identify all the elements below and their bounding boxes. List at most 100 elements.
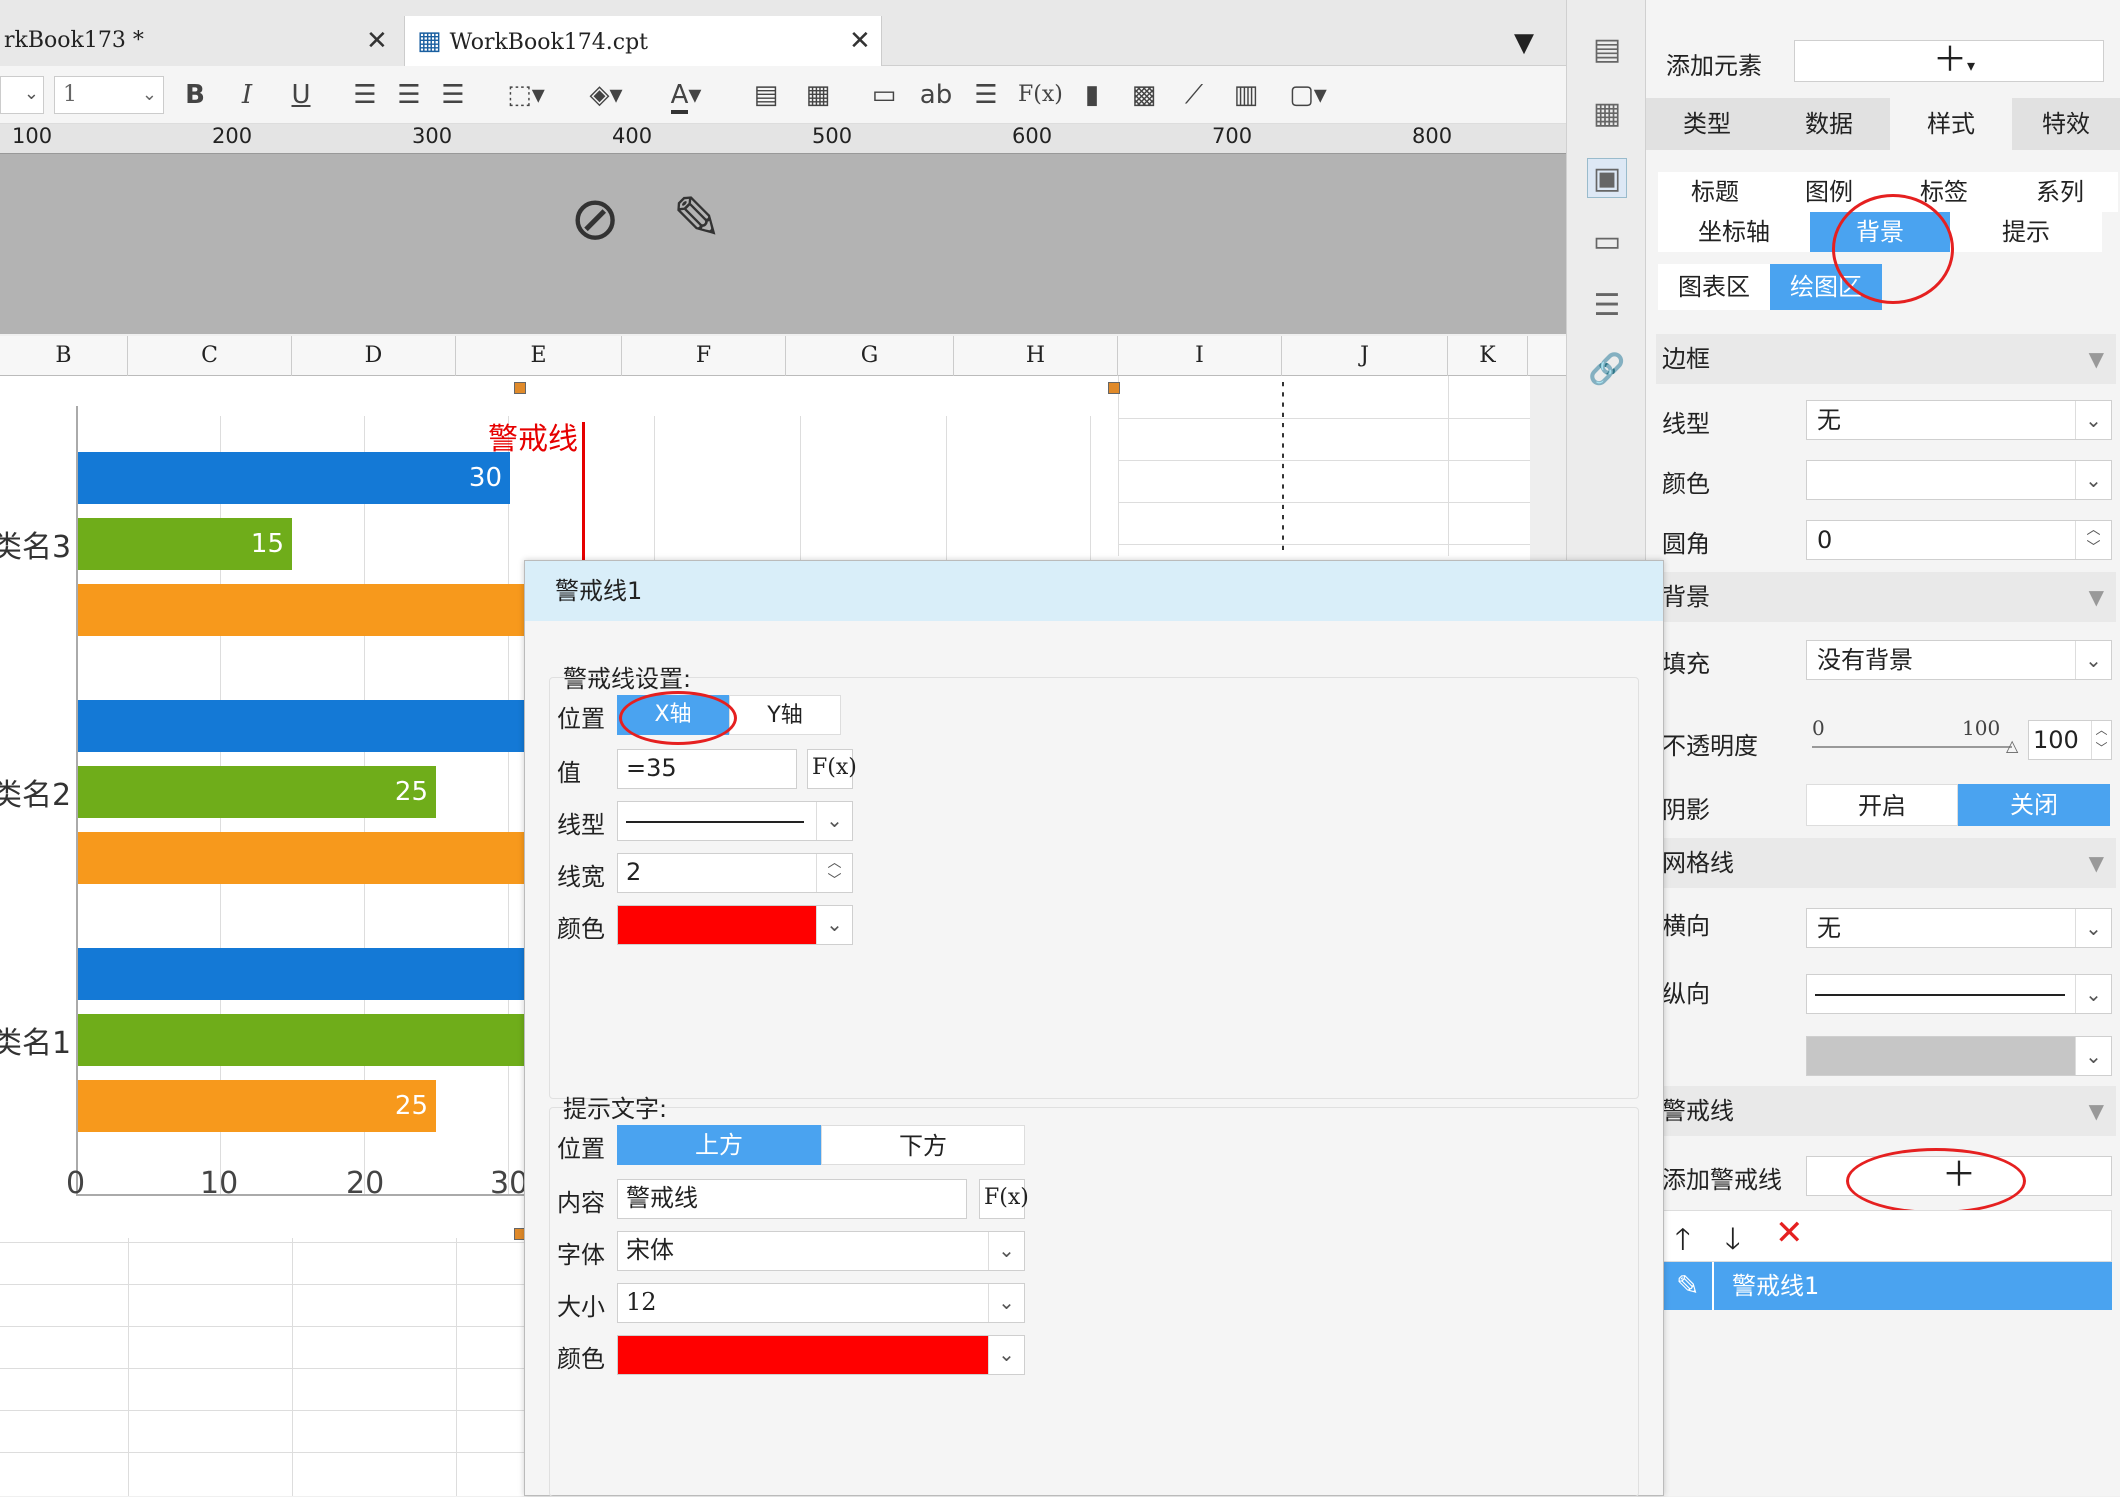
chart-toolbar-area: ⊘ ✎: [0, 154, 1566, 334]
formula-button[interactable]: F(x): [807, 749, 857, 789]
subtab-tooltip[interactable]: 提示: [1950, 212, 2102, 252]
edit-icon[interactable]: ✎: [672, 184, 722, 254]
position-y-button[interactable]: Y轴: [729, 695, 841, 735]
text-tool-icon[interactable]: ab: [918, 76, 954, 114]
textbox-icon[interactable]: ▭: [866, 76, 902, 114]
content-input[interactable]: 警戒线: [617, 1179, 967, 1219]
section-border[interactable]: 边框 ▼: [1656, 334, 2116, 384]
tab-workbook174[interactable]: ▦ WorkBook174.cpt ✕: [404, 16, 882, 66]
align-right-icon[interactable]: ☰: [436, 76, 470, 114]
align-left-icon[interactable]: ☰: [348, 76, 382, 114]
align-center-icon[interactable]: ☰: [392, 76, 426, 114]
horizontal-select[interactable]: 无 ⌄: [1806, 908, 2112, 948]
line-width-input[interactable]: 2 ︿ ﹀: [617, 853, 853, 893]
warning-list-item[interactable]: ✎ 警戒线1: [1662, 1262, 2112, 1310]
col-header[interactable]: I: [1118, 336, 1282, 376]
chart-icon[interactable]: ▮: [1074, 76, 1110, 114]
font-select[interactable]: 宋体 ⌄: [617, 1231, 1025, 1271]
grid-color-select[interactable]: ⌄: [1806, 1036, 2112, 1076]
tab-style[interactable]: 样式: [1890, 98, 2012, 150]
fill-color-icon[interactable]: ◈▾: [578, 76, 634, 114]
tab-effect[interactable]: 特效: [2012, 98, 2120, 150]
selection-handle[interactable]: [514, 382, 526, 394]
section-title: 背景: [1662, 583, 1710, 611]
condition-icon[interactable]: ☰: [1587, 286, 1627, 326]
radius-input[interactable]: 0 ︿ ﹀: [1806, 520, 2112, 560]
ruler-label: 800: [1412, 124, 1453, 148]
x-tick: 20: [346, 1166, 385, 1201]
size-select[interactable]: 12 ⌄: [617, 1283, 1025, 1323]
delete-icon[interactable]: ✕: [1775, 1213, 1804, 1253]
fill-select[interactable]: 没有背景 ⌄: [1806, 640, 2112, 680]
shadow-on-button[interactable]: 开启: [1806, 784, 1958, 826]
line-type-select[interactable]: ⌄: [617, 801, 853, 841]
font-size-select[interactable]: 1 ⌄: [54, 76, 164, 114]
col-header[interactable]: B: [0, 336, 128, 376]
subtab-series[interactable]: 系列: [2002, 172, 2118, 212]
close-icon[interactable]: ✕: [366, 16, 388, 66]
split-icon[interactable]: ▦: [800, 76, 836, 114]
selection-handle[interactable]: [1108, 382, 1120, 394]
opacity-slider[interactable]: [1812, 746, 2012, 748]
subtab-title[interactable]: 标题: [1658, 172, 1772, 212]
warning-list-toolbar: 🡑 🡓 ✕: [1662, 1210, 2112, 1262]
font-color-icon[interactable]: A▾: [656, 76, 716, 114]
close-icon[interactable]: ✕: [849, 16, 871, 66]
border-icon[interactable]: ⬚▾: [498, 76, 554, 114]
tab-data[interactable]: 数据: [1768, 98, 1890, 150]
italic-button[interactable]: I: [232, 76, 262, 114]
line-type-select[interactable]: 无 ⌄: [1806, 400, 2112, 440]
add-element-label: 添加元素: [1666, 52, 1762, 80]
formula-button[interactable]: F(x): [979, 1179, 1029, 1219]
cell-attr-icon[interactable]: ▦: [1587, 94, 1627, 134]
image-icon[interactable]: ▩: [1126, 76, 1162, 114]
bold-button[interactable]: B: [180, 76, 210, 114]
shadow-off-button[interactable]: 关闭: [1958, 784, 2110, 826]
cell-element-icon[interactable]: ▤: [1587, 30, 1627, 70]
section-warning-line[interactable]: 警戒线 ▼: [1656, 1086, 2116, 1136]
line-color-select[interactable]: ⌄: [617, 905, 853, 945]
value-input[interactable]: =35: [617, 749, 797, 789]
add-element-button[interactable]: ＋▾: [1794, 40, 2104, 82]
tab-menu-icon[interactable]: ▼: [1514, 28, 1534, 58]
col-header[interactable]: K: [1448, 336, 1528, 376]
tab-workbook173[interactable]: rkBook173 * ✕: [0, 16, 404, 66]
hint-below-button[interactable]: 下方: [821, 1125, 1025, 1165]
frame-icon[interactable]: ▢▾: [1280, 76, 1336, 114]
subtab-axis[interactable]: 坐标轴: [1658, 212, 1810, 252]
widget-icon[interactable]: ▭: [1587, 222, 1627, 262]
underline-button[interactable]: U: [286, 76, 316, 114]
col-header[interactable]: J: [1282, 336, 1448, 376]
section-gridlines[interactable]: 网格线 ▼: [1656, 838, 2116, 888]
col-header[interactable]: F: [622, 336, 786, 376]
tab-type[interactable]: 类型: [1646, 98, 1768, 150]
vertical-select[interactable]: ⌄: [1806, 974, 2112, 1014]
hyperlink-icon[interactable]: 🔗: [1587, 350, 1627, 390]
hide-icon[interactable]: ⊘: [570, 184, 620, 254]
bar: [78, 1014, 524, 1066]
col-header[interactable]: E: [456, 336, 622, 376]
x-axis: [76, 1194, 524, 1196]
font-select[interactable]: ⌄: [0, 76, 44, 114]
col-header[interactable]: C: [128, 336, 292, 376]
col-header[interactable]: D: [292, 336, 456, 376]
hint-color-select[interactable]: ⌄: [617, 1335, 1025, 1375]
move-down-icon[interactable]: 🡓: [1725, 1217, 1741, 1268]
section-background[interactable]: 背景 ▼: [1656, 572, 2116, 622]
move-up-icon[interactable]: 🡑: [1675, 1217, 1691, 1268]
merge-icon[interactable]: ▤: [748, 76, 784, 114]
border-color-select[interactable]: ⌄: [1806, 460, 2112, 500]
formula-icon[interactable]: F(x): [1018, 76, 1063, 114]
sub-report-icon[interactable]: ▥: [1228, 76, 1264, 114]
col-header[interactable]: H: [954, 336, 1118, 376]
paragraph-icon[interactable]: ☰: [968, 76, 1004, 114]
hint-above-button[interactable]: 上方: [617, 1125, 821, 1165]
slider-thumb-icon[interactable]: △: [2006, 736, 2018, 755]
subtab-chart-area[interactable]: 图表区: [1658, 264, 1770, 310]
opacity-input[interactable]: 100 ︿ ﹀: [2028, 720, 2112, 760]
col-header[interactable]: G: [786, 336, 954, 376]
chart-attr-icon[interactable]: ▣: [1587, 158, 1627, 198]
edit-icon[interactable]: ✎: [1676, 1262, 1699, 1310]
slash-icon[interactable]: ⟋: [1176, 76, 1212, 114]
bar: [78, 584, 524, 636]
